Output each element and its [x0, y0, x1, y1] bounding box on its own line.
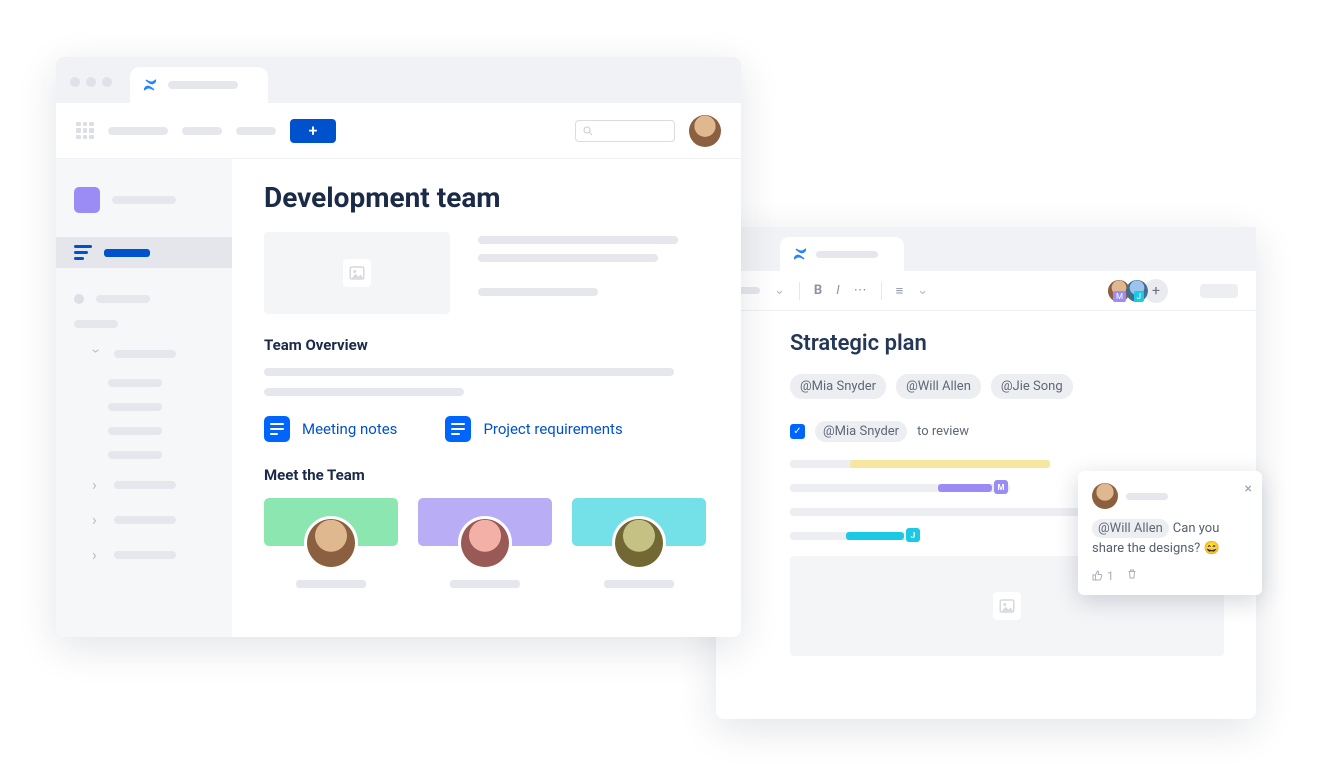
chevron-right-icon [92, 545, 102, 564]
highlight-yellow [850, 460, 1050, 468]
space-icon [74, 187, 100, 213]
team-avatar [304, 516, 358, 570]
italic-icon[interactable]: I [836, 283, 839, 298]
sidebar-subitem[interactable] [56, 395, 232, 419]
browser-chrome [716, 227, 1256, 271]
search-icon [582, 125, 594, 137]
editor-toolbar: ⌄ B I ⋯ ≡ ⌄ + M J [716, 271, 1256, 311]
cursor-badge-j: J [906, 528, 920, 542]
browser-tab[interactable] [780, 237, 904, 271]
sidebar-item[interactable] [56, 336, 232, 371]
chevron-right-icon [92, 510, 102, 529]
section-heading-overview: Team Overview [264, 336, 709, 354]
search-input[interactable] [575, 120, 675, 142]
document-icon [264, 416, 290, 442]
cursor-badge-m: M [994, 480, 1008, 494]
avatar-badge-m: M [1113, 291, 1126, 302]
mention-chip[interactable]: @Mia Snyder [790, 374, 886, 399]
sidebar-item[interactable] [56, 537, 232, 572]
sidebar-item[interactable] [56, 502, 232, 537]
team-avatar [458, 516, 512, 570]
page-content: Development team Team Overview [232, 159, 741, 637]
sidebar-subitem[interactable] [56, 371, 232, 395]
doc-link-meeting-notes[interactable]: Meeting notes [264, 416, 397, 442]
more-format-icon[interactable]: ⋯ [854, 283, 867, 298]
delete-button[interactable] [1126, 568, 1138, 583]
sidebar-space-header[interactable] [56, 179, 232, 221]
toolbar-button[interactable] [1200, 284, 1238, 298]
page-title: Development team [264, 181, 709, 214]
mention-chip[interactable]: @Jie Song [991, 374, 1073, 399]
team-card[interactable] [572, 498, 706, 588]
comment-body: @Will AllenCan you share the designs? 😄 [1092, 519, 1248, 558]
page-title[interactable]: Strategic plan [790, 331, 1224, 356]
nav-item[interactable] [236, 127, 276, 135]
browser-chrome [56, 57, 741, 103]
mention-chip[interactable]: @Mia Snyder [815, 421, 907, 442]
app-switcher-icon[interactable] [76, 122, 94, 140]
create-button[interactable]: + [290, 119, 336, 143]
confluence-icon [792, 246, 808, 262]
header-image-placeholder [264, 232, 450, 314]
checkbox-checked-icon[interactable]: ✓ [790, 424, 805, 439]
confluence-icon [142, 77, 158, 93]
sidebar-item-active[interactable] [56, 237, 232, 268]
browser-tab[interactable] [130, 67, 268, 103]
sidebar-item[interactable] [56, 467, 232, 502]
team-card[interactable] [264, 498, 398, 588]
nav-item[interactable] [108, 127, 168, 135]
overview-body-placeholder [264, 368, 709, 396]
chevron-down-icon: ⌄ [774, 283, 785, 298]
app-topbar: + [56, 103, 741, 159]
doc-link-project-requirements[interactable]: Project requirements [445, 416, 622, 442]
mention-chip[interactable]: @Will Allen [1092, 519, 1169, 538]
align-icon[interactable]: ≡ [896, 283, 904, 299]
like-count: 1 [1107, 569, 1114, 583]
mention-chips-row: @Mia Snyder @Will Allen @Jie Song [790, 374, 1224, 399]
comment-author-name [1126, 493, 1168, 500]
sidebar [56, 159, 232, 637]
like-button[interactable]: 1 [1092, 569, 1114, 583]
sidebar-item[interactable] [56, 286, 232, 312]
avatar-badge-j: J [1134, 291, 1144, 302]
inline-comment-popup: × @Will AllenCan you share the designs? … [1078, 471, 1262, 595]
workspace-window: + [56, 57, 741, 637]
page-tree-icon [74, 245, 92, 260]
image-icon [993, 592, 1021, 620]
task-item[interactable]: ✓ @Mia Snyder to review [790, 421, 1224, 442]
highlight-purple [938, 484, 992, 492]
tab-title-placeholder [168, 81, 238, 89]
highlight-cyan [846, 532, 904, 540]
image-icon [343, 259, 371, 287]
mention-chip[interactable]: @Will Allen [896, 374, 981, 399]
section-heading-team: Meet the Team [264, 466, 709, 484]
chevron-down-icon: ⌄ [917, 283, 928, 298]
chevron-right-icon [92, 475, 102, 494]
bullet-icon [74, 294, 84, 304]
close-icon[interactable]: × [1245, 481, 1252, 497]
team-avatar [612, 516, 666, 570]
team-card[interactable] [418, 498, 552, 588]
comment-author-avatar[interactable] [1092, 483, 1118, 509]
thumbs-up-icon [1092, 570, 1104, 582]
sidebar-subitem[interactable] [56, 443, 232, 467]
chevron-down-icon [92, 344, 102, 363]
sidebar-item[interactable] [56, 312, 232, 336]
team-cards-row [264, 498, 709, 588]
user-avatar[interactable] [689, 115, 721, 147]
doc-link-label: Project requirements [483, 420, 622, 438]
window-controls [66, 77, 112, 103]
sidebar-subitem[interactable] [56, 419, 232, 443]
header-text-placeholder [478, 232, 709, 314]
doc-link-label: Meeting notes [302, 420, 397, 438]
trash-icon [1126, 568, 1138, 580]
document-icon [445, 416, 471, 442]
task-text: to review [917, 424, 969, 439]
editor-window: ⌄ B I ⋯ ≡ ⌄ + M J Strategic plan @Mia Sn… [716, 227, 1256, 719]
nav-item[interactable] [182, 127, 222, 135]
bold-icon[interactable]: B [814, 283, 822, 298]
